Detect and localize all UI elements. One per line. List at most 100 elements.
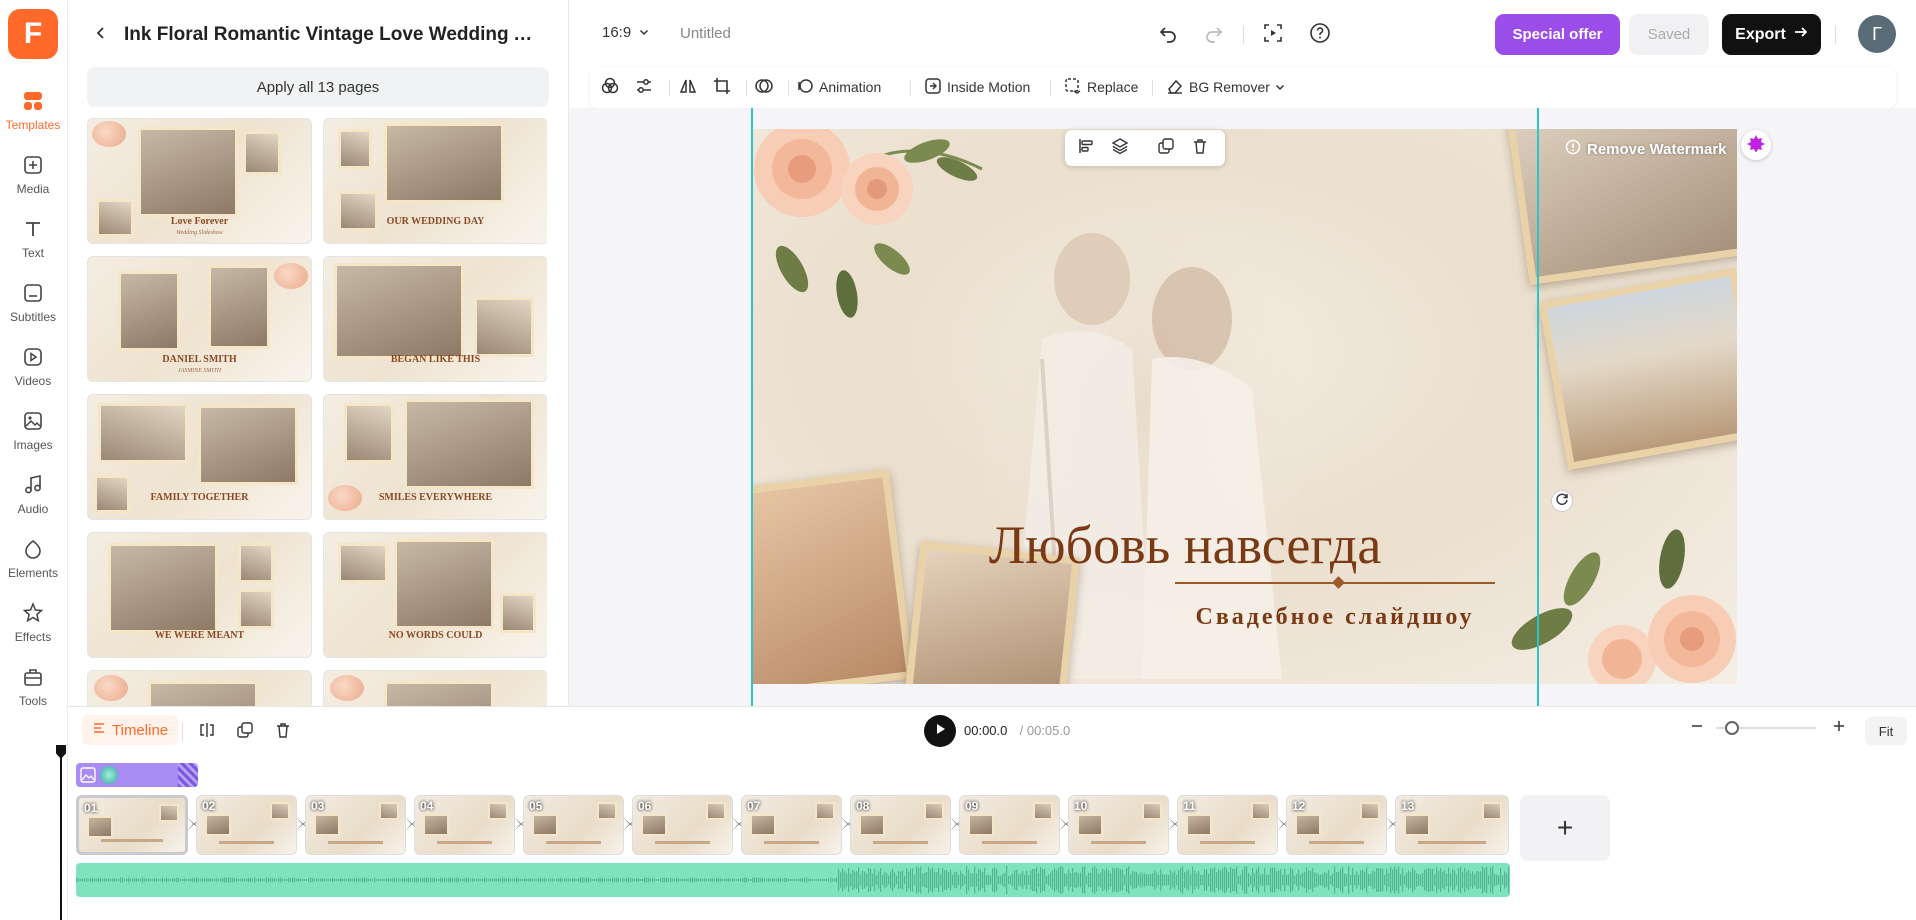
audio-track[interactable] xyxy=(76,863,1510,897)
mask-button[interactable] xyxy=(754,75,774,99)
info-icon xyxy=(1565,139,1581,159)
template-thumbnail[interactable]: OUR WEDDING DAY xyxy=(323,118,547,244)
rose-decoration xyxy=(1511,529,1736,684)
aspect-ratio-select[interactable]: 16:9 xyxy=(602,24,649,41)
template-thumbnail[interactable] xyxy=(323,670,547,706)
timeline-clip[interactable]: 10 xyxy=(1068,795,1169,855)
special-offer-button[interactable]: Special offer xyxy=(1495,14,1620,55)
remove-watermark-button[interactable]: Remove Watermark xyxy=(1565,139,1727,159)
duplicate-clip-button[interactable] xyxy=(230,717,260,747)
rail-label: Audio xyxy=(17,502,49,516)
text-icon xyxy=(20,216,46,242)
timeline-clip[interactable]: 12 xyxy=(1286,795,1387,855)
delete-button[interactable] xyxy=(1189,137,1211,159)
split-icon xyxy=(198,721,216,744)
rotate-handle[interactable] xyxy=(1551,490,1573,512)
rail-item-subtitles[interactable]: Subtitles xyxy=(0,276,66,336)
template-thumbnail[interactable] xyxy=(87,670,312,706)
timeline-clip[interactable]: 02 xyxy=(196,795,297,855)
align-button[interactable] xyxy=(1075,137,1097,159)
replace-icon xyxy=(1064,77,1082,98)
user-avatar[interactable]: Г xyxy=(1858,15,1896,53)
template-thumbnail[interactable]: WE WERE MEANT xyxy=(87,532,312,658)
replace-button[interactable]: Replace xyxy=(1064,75,1138,99)
playhead[interactable] xyxy=(60,745,62,920)
fit-button[interactable]: Fit xyxy=(1865,717,1907,745)
template-thumbnail[interactable]: BEGAN LIKE THIS xyxy=(323,256,547,382)
document-title[interactable]: Untitled xyxy=(680,25,731,42)
template-thumbnail[interactable]: FAMILY TOGETHER xyxy=(87,394,312,520)
slide-title[interactable]: Любовь навсегда xyxy=(955,514,1415,576)
undo-icon xyxy=(1158,23,1178,48)
filter-button[interactable] xyxy=(600,75,620,99)
template-thumbnail[interactable]: DANIEL SMITH JASMINE SMITH xyxy=(87,256,312,382)
delete-clip-button[interactable] xyxy=(268,717,298,747)
rail-item-effects[interactable]: Effects xyxy=(0,596,66,656)
add-clip-button[interactable]: + xyxy=(1520,795,1610,861)
template-thumbnail-grid[interactable]: Love Forever Wedding Slideshow OUR WEDDI… xyxy=(87,118,547,706)
rail-item-media[interactable]: Media xyxy=(0,148,66,208)
zoom-out-button[interactable] xyxy=(1682,713,1712,743)
zoom-slider-handle[interactable] xyxy=(1725,721,1739,735)
photo-frame[interactable] xyxy=(752,469,915,684)
crop-button[interactable] xyxy=(712,75,732,99)
slide-subtitle[interactable]: Свадебное слайдшоу xyxy=(1150,604,1520,631)
split-button[interactable] xyxy=(192,717,222,747)
mask-icon xyxy=(754,76,774,99)
apply-all-pages-button[interactable]: Apply all 13 pages xyxy=(87,67,549,107)
rail-item-text[interactable]: Text xyxy=(0,212,66,272)
bg-remover-label: BG Remover xyxy=(1189,79,1270,95)
copy-icon xyxy=(236,721,254,744)
app-logo[interactable]: F xyxy=(8,9,58,59)
timeline-clip[interactable]: 09 xyxy=(959,795,1060,855)
overlay-track-clip[interactable] xyxy=(76,763,198,787)
undo-button[interactable] xyxy=(1153,20,1183,50)
thumbnail-subcaption: Wedding Slideshow xyxy=(176,230,223,236)
timeline-clip[interactable]: 05 xyxy=(523,795,624,855)
slide-canvas[interactable] xyxy=(752,129,1737,684)
timeline-clip[interactable]: 01 xyxy=(76,795,188,855)
rail-item-audio[interactable]: Audio xyxy=(0,468,66,528)
play-button[interactable] xyxy=(924,715,956,747)
duplicate-button[interactable] xyxy=(1155,137,1177,159)
export-button[interactable]: Export xyxy=(1722,14,1821,55)
preview-button[interactable] xyxy=(1258,20,1288,50)
timeline-clip[interactable]: 08 xyxy=(850,795,951,855)
timeline-clip[interactable]: 04 xyxy=(414,795,515,855)
timeline-clip[interactable]: 13 xyxy=(1395,795,1509,855)
photo-frame[interactable] xyxy=(1538,267,1737,471)
template-thumbnail[interactable]: Love Forever Wedding Slideshow xyxy=(87,118,312,244)
timeline-label: Timeline xyxy=(112,721,169,739)
bg-remover-button[interactable]: BG Remover xyxy=(1166,75,1285,99)
thumbnail-caption: BEGAN LIKE THIS xyxy=(390,354,481,365)
timeline-clip[interactable]: 11 xyxy=(1177,795,1278,855)
timeline-tab[interactable]: Timeline xyxy=(82,715,179,745)
rail-item-images[interactable]: Images xyxy=(0,404,66,464)
redo-button[interactable] xyxy=(1199,20,1229,50)
animation-button[interactable]: Animation xyxy=(796,75,881,99)
videos-icon xyxy=(20,344,46,370)
audio-icon xyxy=(20,472,46,498)
zoom-in-button[interactable] xyxy=(1824,713,1854,743)
template-thumbnail[interactable]: NO WORDS COULD xyxy=(323,532,547,658)
template-thumbnail[interactable]: SMILES EVERYWHERE xyxy=(323,394,547,520)
element-toolbar: Animation Inside Motion Replace BG Remov… xyxy=(590,67,1896,108)
rail-item-tools[interactable]: Tools xyxy=(0,660,66,720)
rail-label: Subtitles xyxy=(9,310,57,324)
flip-button[interactable] xyxy=(678,75,698,99)
inside-motion-button[interactable]: Inside Motion xyxy=(924,75,1030,99)
layers-button[interactable] xyxy=(1109,137,1131,159)
premium-badge[interactable] xyxy=(1741,130,1771,160)
timeline-clip[interactable]: 07 xyxy=(741,795,842,855)
timeline-clip[interactable]: 06 xyxy=(632,795,733,855)
rail-item-videos[interactable]: Videos xyxy=(0,340,66,400)
adjust-button[interactable] xyxy=(634,75,654,99)
floating-element-toolbar xyxy=(1065,130,1225,166)
back-button[interactable] xyxy=(88,22,114,48)
help-button[interactable] xyxy=(1305,20,1335,50)
timeline-clip[interactable]: 03 xyxy=(305,795,406,855)
rail-item-templates[interactable]: Templates xyxy=(0,84,66,144)
help-icon xyxy=(1309,22,1331,49)
rail-label: Elements xyxy=(7,566,59,580)
rail-item-elements[interactable]: Elements xyxy=(0,532,66,592)
